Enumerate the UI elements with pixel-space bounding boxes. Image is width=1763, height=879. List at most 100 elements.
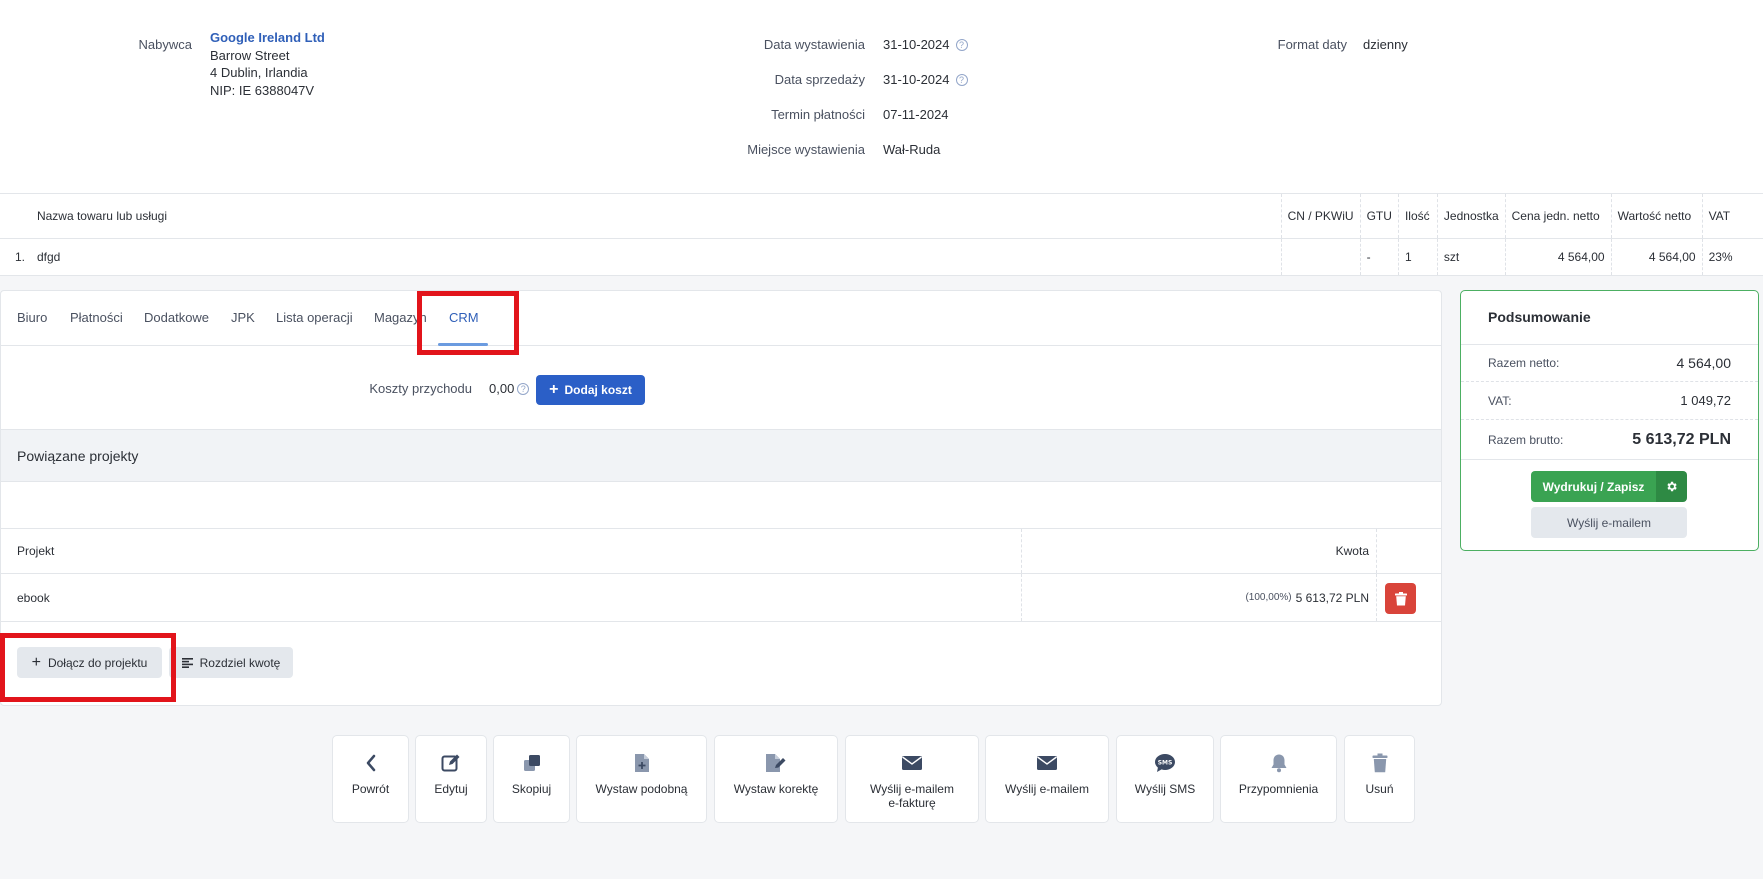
row-unit: szt bbox=[1436, 238, 1506, 275]
send-sms-button[interactable]: SMS Wyślij SMS bbox=[1116, 735, 1214, 823]
col-project: Projekt bbox=[17, 544, 55, 558]
col-cn: CN / PKWiU bbox=[1280, 194, 1361, 239]
trash-icon bbox=[1372, 753, 1387, 773]
tab-jpk[interactable]: JPK bbox=[231, 310, 255, 325]
cost-row: Koszty przychodu 0,00? + Dodaj koszt bbox=[1, 346, 1441, 419]
print-save-button[interactable]: Wydrukuj / Zapisz bbox=[1531, 471, 1656, 502]
issue-date-value: 31-10-2024? bbox=[883, 37, 968, 52]
row-qty: 1 bbox=[1397, 238, 1438, 275]
tab-dodatkowe[interactable]: Dodatkowe bbox=[144, 310, 209, 325]
row-unit-price: 4 564,00 bbox=[1504, 238, 1612, 275]
gross-label: Razem brutto: bbox=[1488, 432, 1564, 447]
help-icon[interactable]: ? bbox=[955, 74, 968, 86]
add-cost-button[interactable]: + Dodaj koszt bbox=[536, 375, 645, 405]
sms-icon: SMS bbox=[1155, 754, 1175, 772]
projects-header-row: Projekt Kwota bbox=[1, 529, 1441, 574]
row-lp: 1. bbox=[14, 249, 25, 264]
reminders-button[interactable]: Przypomnienia bbox=[1220, 735, 1337, 823]
items-header-row: Nazwa towaru lub usługi CN / PKWiU GTU I… bbox=[0, 194, 1763, 239]
table-row: ebook (100,00%) 5 613,72 PLN bbox=[1, 574, 1441, 622]
place-label: Miejsce wystawienia bbox=[747, 142, 865, 157]
copy-button[interactable]: Skopiuj bbox=[493, 735, 570, 823]
col-amount: Kwota bbox=[1021, 529, 1371, 573]
payment-due-label: Termin płatności bbox=[771, 107, 865, 122]
split-amount-button[interactable]: Rozdziel kwotę bbox=[169, 647, 293, 678]
join-project-button[interactable]: + Dołącz do projektu bbox=[17, 647, 162, 678]
net-value: 4 564,00 bbox=[1676, 355, 1732, 371]
projects-table: Projekt Kwota ebook (100,00%) 5 613,72 P… bbox=[1, 528, 1441, 622]
row-vat: 23% bbox=[1701, 238, 1763, 275]
sale-date-label: Data sprzedaży bbox=[774, 72, 865, 87]
cost-value: 0,00? bbox=[489, 381, 530, 396]
edit-icon bbox=[441, 754, 460, 772]
row-cn bbox=[1280, 238, 1361, 275]
trash-icon bbox=[1394, 591, 1407, 605]
delete-project-button[interactable] bbox=[1385, 583, 1416, 614]
help-icon[interactable]: ? bbox=[517, 383, 530, 395]
tab-biuro[interactable]: Biuro bbox=[17, 310, 47, 325]
col-name: Nazwa towaru lub usługi bbox=[30, 194, 1282, 239]
create-similar-button[interactable]: Wystaw podobną bbox=[576, 735, 707, 823]
cost-label: Koszty przychodu bbox=[369, 381, 472, 396]
table-row: 1. dfgd - 1 szt 4 564,00 4 564,00 23% bbox=[0, 238, 1763, 275]
help-icon[interactable]: ? bbox=[955, 39, 968, 51]
svg-text:SMS: SMS bbox=[1158, 760, 1173, 767]
net-label: Razem netto: bbox=[1488, 356, 1560, 370]
col-qty: Ilość bbox=[1397, 194, 1438, 239]
summary-gross-row: Razem brutto: 5 613,72 PLN bbox=[1461, 420, 1758, 460]
col-actions bbox=[1376, 529, 1441, 573]
project-amount: (100,00%) 5 613,72 PLN bbox=[1021, 574, 1371, 621]
tab-crm[interactable]: CRM bbox=[449, 310, 479, 325]
details-panel: Biuro Płatności Dodatkowe JPK Lista oper… bbox=[0, 290, 1442, 706]
delete-button[interactable]: Usuń bbox=[1344, 735, 1415, 823]
payment-due-value: 07-11-2024 bbox=[883, 107, 949, 122]
tab-lista-operacji[interactable]: Lista operacji bbox=[276, 310, 353, 325]
tab-platnosci[interactable]: Płatności bbox=[70, 310, 123, 325]
row-gtu: - bbox=[1359, 238, 1399, 275]
send-email-button[interactable]: Wyślij e-mailem bbox=[1531, 507, 1687, 538]
invoice-header: Nabywca Google Ireland Ltd Barrow Street… bbox=[0, 0, 1763, 194]
col-gtu: GTU bbox=[1359, 194, 1399, 239]
issue-date-label: Data wystawienia bbox=[763, 37, 865, 52]
sale-date-value: 31-10-2024? bbox=[883, 72, 968, 87]
plus-icon: + bbox=[31, 653, 41, 671]
copy-icon bbox=[523, 755, 540, 771]
chevron-left-icon bbox=[366, 754, 375, 772]
gear-icon bbox=[1667, 481, 1677, 492]
tab-bar: Biuro Płatności Dodatkowe JPK Lista oper… bbox=[1, 291, 1441, 346]
vat-value: 1 049,72 bbox=[1680, 393, 1731, 408]
row-name: dfgd bbox=[36, 249, 61, 264]
related-projects-header: Powiązane projekty bbox=[1, 429, 1441, 482]
vat-label: VAT: bbox=[1488, 393, 1512, 408]
col-net-value: Wartość netto bbox=[1610, 194, 1703, 239]
date-format-value: dzienny bbox=[1363, 37, 1408, 52]
align-left-icon bbox=[181, 657, 193, 668]
send-email-toolbar-button[interactable]: Wyślij e-mailem bbox=[985, 735, 1109, 823]
send-efaktura-button[interactable]: Wyślij e-mailem e-fakturę bbox=[845, 735, 979, 823]
buyer-label: Nabywca bbox=[138, 37, 192, 52]
date-format-label: Format daty bbox=[1277, 37, 1347, 52]
tab-magazyn[interactable]: Magazyn bbox=[374, 310, 427, 325]
place-value: Wał-Ruda bbox=[883, 142, 941, 157]
col-unit: Jednostka bbox=[1436, 194, 1506, 239]
print-settings-button[interactable] bbox=[1656, 471, 1687, 502]
buyer-street: Barrow Street bbox=[210, 48, 290, 63]
buyer-name-link[interactable]: Google Ireland Ltd bbox=[210, 30, 325, 45]
envelope-icon bbox=[902, 756, 922, 770]
project-amount-value: 5 613,72 PLN bbox=[1295, 590, 1369, 605]
create-correction-button[interactable]: Wystaw korektę bbox=[714, 735, 838, 823]
gross-value: 5 613,72 PLN bbox=[1632, 430, 1731, 448]
buyer-city: 4 Dublin, Irlandia bbox=[210, 65, 308, 80]
buyer-nip: NIP: IE 6388047V bbox=[210, 83, 315, 98]
items-table: Nazwa towaru lub usługi CN / PKWiU GTU I… bbox=[0, 194, 1763, 276]
file-plus-icon bbox=[634, 754, 649, 772]
related-projects-title: Powiązane projekty bbox=[17, 448, 139, 464]
summary-panel: Podsumowanie Razem netto: 4 564,00 VAT: … bbox=[1460, 290, 1759, 551]
edit-button[interactable]: Edytuj bbox=[415, 735, 487, 823]
file-edit-icon bbox=[766, 754, 786, 772]
back-button[interactable]: Powrót bbox=[332, 735, 409, 823]
summary-net-row: Razem netto: 4 564,00 bbox=[1461, 344, 1758, 382]
envelope-icon bbox=[1037, 756, 1057, 770]
col-unit-price: Cena jedn. netto bbox=[1504, 194, 1612, 239]
bell-icon bbox=[1271, 754, 1286, 773]
